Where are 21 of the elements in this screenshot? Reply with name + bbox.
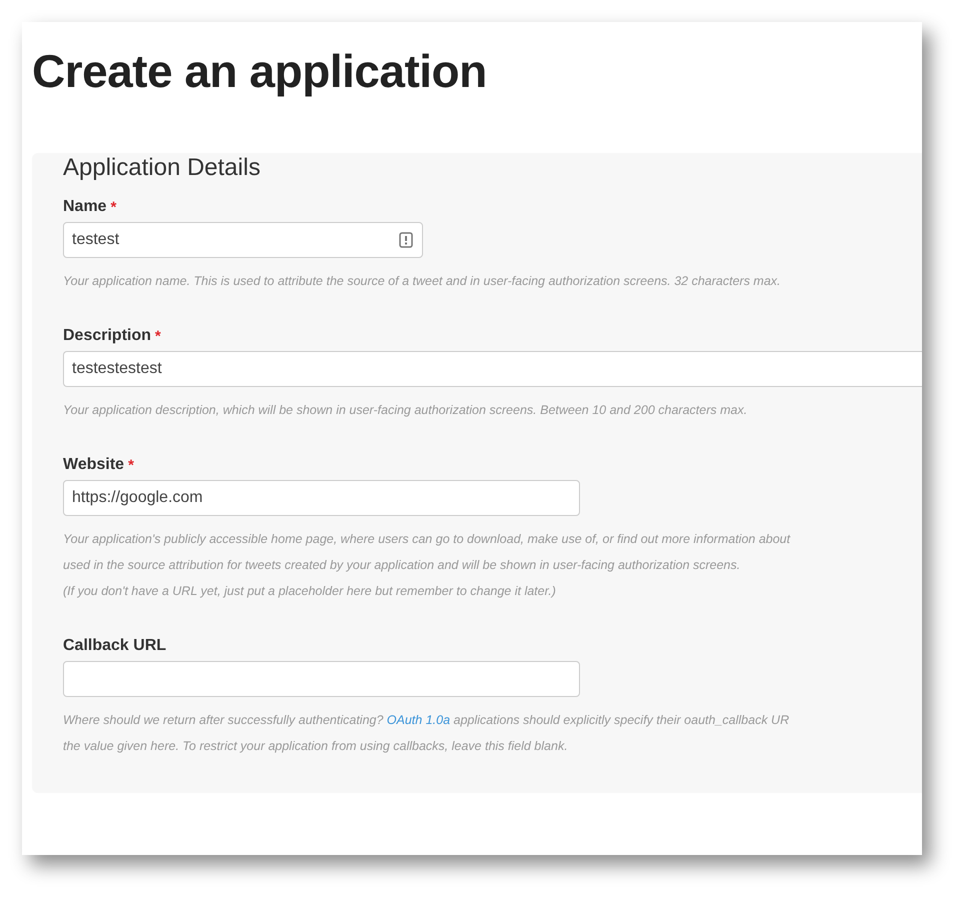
required-mark: * (128, 456, 134, 474)
help-text: used in the source attribution for tweets created by your application and will be shown in user-facing authorization screens. (63, 557, 740, 574)
field-label: Callback URL (63, 637, 166, 655)
help-text: Your application name. This is used to attribute the source of a tweet and in user-facing authorization screens. 32 characters max. (63, 273, 781, 290)
field-label: Description (63, 327, 152, 345)
help-text: the value given here. To restrict your application from using callbacks, leave this field blank. (63, 738, 568, 755)
text-field[interactable]: https://google.com (63, 480, 580, 516)
field-label: Name (63, 198, 107, 216)
field-label: Website (63, 456, 124, 474)
help-text: (If you don't have a URL yet, just put a placeholder here but remember to change it later.) (63, 583, 556, 600)
help-text: Your application's publicly accessible home page, where users can go to download, make use of, or find out more information about (63, 531, 790, 548)
section-heading: Application Details (63, 153, 260, 183)
help-text: Where should we return after successfully authenticating? OAuth 1.0a applications should explicitly specify their oauth_callback UR (63, 712, 790, 729)
required-mark: * (110, 198, 116, 216)
page-title: Create an application (32, 44, 487, 99)
help-text: Your application description, which will be shown in user-facing authorization screens. Between 10 and 200 characters max. (63, 402, 748, 419)
required-mark: * (155, 328, 161, 344)
text-field[interactable]: testestestest (63, 351, 922, 387)
alert-icon (399, 232, 413, 248)
text-field[interactable]: testest (63, 222, 423, 258)
text-field[interactable] (63, 661, 580, 697)
